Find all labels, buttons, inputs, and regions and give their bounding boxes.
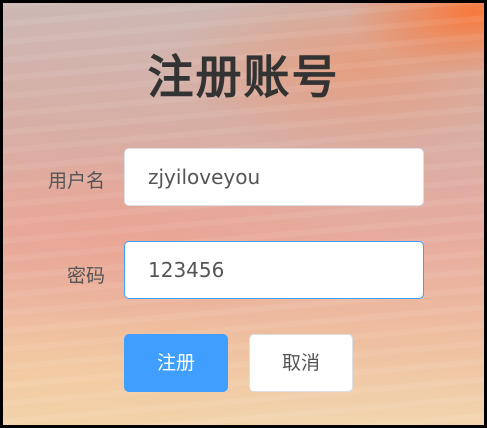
password-input[interactable]: 123456 — [124, 241, 424, 299]
password-label: 密码 — [66, 265, 105, 287]
register-window: 注册账号 用户名 zjyiloveyou 密码 123456 注册 取消 — [0, 0, 487, 428]
username-label: 用户名 — [47, 170, 105, 192]
register-button[interactable]: 注册 — [124, 334, 228, 392]
page-title: 注册账号 — [147, 50, 340, 104]
username-input[interactable]: zjyiloveyou — [124, 148, 424, 206]
cancel-button[interactable]: 取消 — [249, 334, 353, 392]
